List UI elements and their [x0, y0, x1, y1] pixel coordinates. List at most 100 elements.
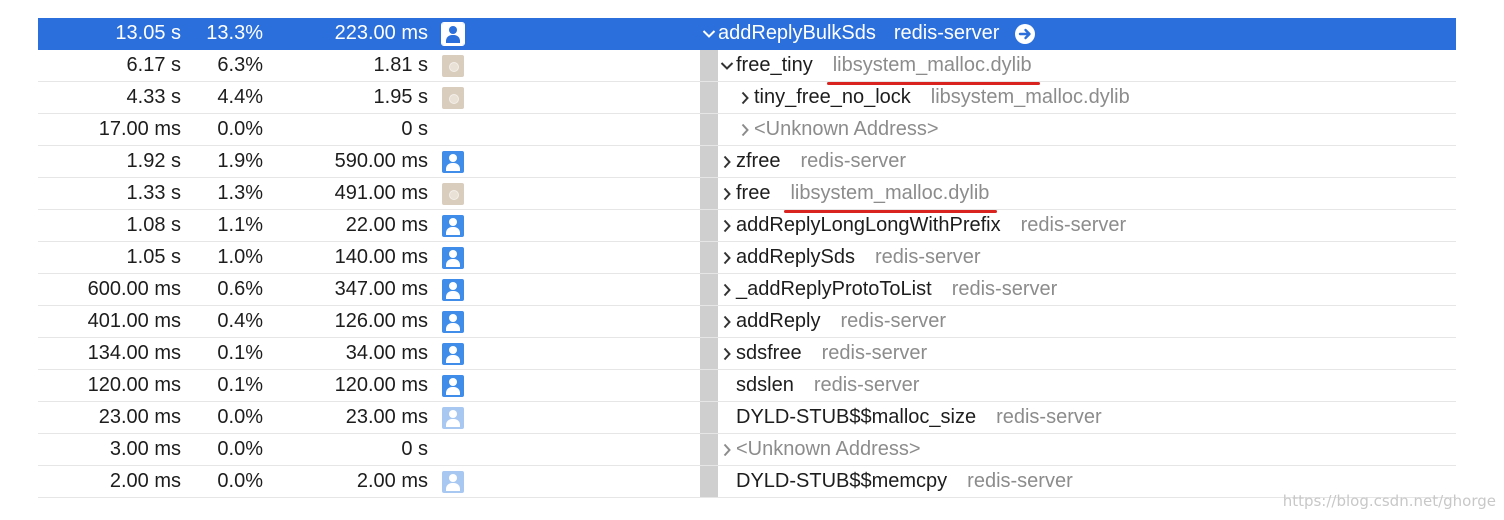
library-name: redis-server — [996, 406, 1102, 428]
running-time-cell: 1.05 s — [126, 246, 181, 268]
chevron-right-icon[interactable] — [718, 338, 736, 369]
category-icon-cell — [442, 247, 464, 269]
running-time-cell: 4.33 s — [126, 86, 181, 108]
call-tree-row[interactable]: 4.33 s 4.4% 1.95 s tiny_free_no_lock libsyst… — [38, 82, 1456, 114]
focus-arrow-icon[interactable] — [1015, 23, 1036, 44]
chevron-right-icon[interactable] — [718, 210, 736, 241]
tree-gutter — [700, 50, 718, 81]
symbol-name: addReplySds — [736, 246, 855, 268]
tree-gutter — [700, 370, 718, 401]
call-tree-row[interactable]: 6.17 s 6.3% 1.81 s free_tiny libsystem_mallo… — [38, 50, 1456, 85]
symbol-cell: DYLD-STUB$$malloc_size redis-server — [718, 402, 1102, 433]
tree-gutter — [700, 178, 718, 209]
symbol-name: <Unknown Address> — [754, 118, 939, 140]
running-time-cell: 134.00 ms — [87, 342, 181, 364]
symbol-cell: addReplyBulkSds redis-server — [700, 18, 1036, 49]
running-time-cell: 6.17 s — [126, 54, 181, 76]
self-weight-cell: 347.00 ms — [334, 278, 428, 300]
symbol-name: DYLD-STUB$$memcpy — [736, 470, 948, 492]
symbol-cell: sdslen redis-server — [718, 370, 919, 401]
call-tree-row[interactable]: 2.00 ms 0.0% 2.00 ms DYLD-STUB$$memcpy redis… — [38, 466, 1456, 498]
self-weight-cell: 140.00 ms — [334, 246, 428, 268]
chevron-right-icon[interactable] — [718, 274, 736, 305]
chevron-right-icon[interactable] — [736, 82, 754, 113]
percentage-cell: 1.3% — [217, 182, 263, 204]
call-tree-row[interactable]: 1.92 s 1.9% 590.00 ms zfree redis-server — [38, 146, 1456, 178]
call-tree-row[interactable]: 120.00 ms 0.1% 120.00 ms sdslen redis-server — [38, 370, 1456, 402]
user-code-icon — [442, 471, 464, 493]
category-icon-cell — [442, 215, 464, 237]
symbol-name: <Unknown Address> — [736, 438, 921, 460]
symbol-cell: addReply redis-server — [718, 306, 946, 337]
running-time-cell: 600.00 ms — [87, 278, 181, 300]
tree-gutter — [700, 82, 718, 113]
chevron-down-icon[interactable] — [700, 18, 718, 49]
tree-gutter — [700, 434, 718, 465]
call-tree-table: 13.05 s 13.3% 223.00 ms addReplyBulkSds redi… — [38, 18, 1456, 498]
symbol-cell: <Unknown Address> — [736, 114, 939, 145]
tree-gutter — [700, 242, 718, 273]
running-time-cell: 401.00 ms — [87, 310, 181, 332]
chevron-right-icon[interactable] — [736, 114, 754, 145]
category-icon-cell — [442, 151, 464, 173]
category-icon-cell — [442, 87, 464, 109]
chevron-right-icon[interactable] — [718, 434, 736, 465]
category-icon-cell — [441, 22, 465, 46]
user-code-icon — [442, 151, 464, 173]
percentage-cell: 0.6% — [217, 278, 263, 300]
user-code-icon — [442, 407, 464, 429]
call-tree-row[interactable]: 1.33 s 1.3% 491.00 ms free libsystem_malloc.… — [38, 178, 1456, 213]
percentage-cell: 1.1% — [217, 214, 263, 236]
library-name: libsystem_malloc.dylib — [930, 86, 1130, 108]
percentage-cell: 1.9% — [217, 150, 263, 172]
self-weight-cell: 126.00 ms — [334, 310, 428, 332]
percentage-cell: 0.0% — [217, 406, 263, 428]
tree-gutter — [700, 338, 718, 369]
call-tree-row[interactable]: 1.05 s 1.0% 140.00 ms addReplySds redis-serv… — [38, 242, 1456, 274]
chevron-right-icon[interactable] — [718, 306, 736, 337]
symbol-name: addReplyLongLongWithPrefix — [736, 214, 1001, 236]
running-time-cell: 1.33 s — [126, 182, 181, 204]
chevron-right-icon[interactable] — [718, 178, 736, 209]
system-library-icon — [442, 183, 464, 205]
category-icon-cell — [442, 311, 464, 333]
running-time-cell: 13.05 s — [115, 22, 181, 44]
percentage-cell: 0.0% — [217, 118, 263, 140]
category-icon-cell — [442, 183, 464, 205]
library-name: redis-server — [951, 278, 1058, 300]
category-icon-cell — [442, 375, 464, 397]
running-time-cell: 23.00 ms — [98, 406, 181, 428]
library-name: redis-server — [967, 470, 1073, 492]
self-weight-cell: 1.81 s — [373, 54, 428, 76]
percentage-cell: 0.0% — [217, 438, 263, 460]
call-tree-row[interactable]: 134.00 ms 0.1% 34.00 ms sdsfree redis-server — [38, 338, 1456, 370]
library-name: redis-server — [1020, 214, 1127, 236]
call-tree-row[interactable]: 401.00 ms 0.4% 126.00 ms addReply redis-serv… — [38, 306, 1456, 338]
percentage-cell: 4.4% — [217, 86, 263, 108]
running-time-cell: 3.00 ms — [109, 438, 181, 460]
self-weight-cell: 120.00 ms — [334, 374, 428, 396]
library-name: libsystem_malloc.dylib — [784, 178, 998, 213]
tree-gutter — [700, 146, 718, 177]
call-tree-row[interactable]: 17.00 ms 0.0% 0 s <Unknown Address> — [38, 114, 1456, 146]
self-weight-cell: 34.00 ms — [345, 342, 428, 364]
call-tree-row[interactable]: 600.00 ms 0.6% 347.00 ms _addReplyProtoToLi… — [38, 274, 1456, 306]
running-time-cell: 1.08 s — [126, 214, 181, 236]
user-code-icon — [442, 343, 464, 365]
percentage-cell: 0.1% — [217, 374, 263, 396]
category-icon-cell — [442, 279, 464, 301]
chevron-down-icon[interactable] — [718, 50, 736, 81]
chevron-right-icon[interactable] — [718, 242, 736, 273]
chevron-right-icon[interactable] — [718, 146, 736, 177]
symbol-cell: zfree redis-server — [718, 146, 906, 177]
self-weight-cell: 23.00 ms — [345, 406, 428, 428]
symbol-name: addReplyBulkSds — [718, 22, 876, 44]
call-tree-row[interactable]: 23.00 ms 0.0% 23.00 ms DYLD-STUB$$malloc_si… — [38, 402, 1456, 434]
call-tree-row[interactable]: 1.08 s 1.1% 22.00 ms addReplyLongLongWithPr… — [38, 210, 1456, 242]
call-tree-row[interactable]: 3.00 ms 0.0% 0 s <Unknown Address> — [38, 434, 1456, 466]
library-name: redis-server — [874, 246, 981, 268]
symbol-cell: addReplyLongLongWithPrefix redis-server — [718, 210, 1126, 241]
call-tree-row[interactable]: 13.05 s 13.3% 223.00 ms addReplyBulkSds redi… — [38, 18, 1456, 50]
user-code-icon — [442, 279, 464, 301]
running-time-cell: 2.00 ms — [109, 470, 181, 492]
